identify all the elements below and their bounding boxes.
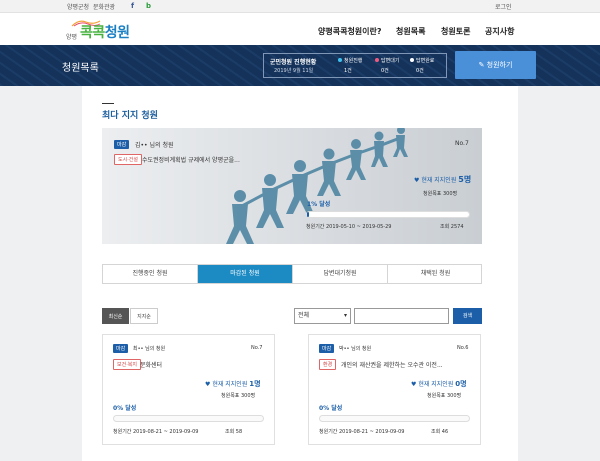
petition-number: No.6 (457, 345, 469, 351)
progress-fill (307, 212, 309, 217)
support-prefix: 현재 지지인원 (212, 381, 248, 388)
sort-support-button[interactable]: 지지순 (130, 308, 158, 324)
link-culture-tourism[interactable]: 문화관광 (93, 2, 115, 11)
support-prefix: 현재 지지인원 (418, 381, 454, 388)
chevron-down-icon: ▾ (343, 312, 347, 319)
petition-goal: 청원목표 300명 (423, 191, 458, 197)
progress-bar (306, 211, 470, 218)
progress-text: 0% 달성 (319, 405, 343, 412)
logo[interactable]: 콕콕청원 (80, 22, 130, 42)
section-title: 최다 지지 청원 (102, 111, 158, 121)
top-utility-bar: 양평군청 문화관광 f b 로그인 (0, 0, 600, 13)
progress-bar (319, 415, 470, 422)
petition-period: 청원기간 2019-05-10 ~ 2019-05-29 (306, 224, 392, 230)
login-link[interactable]: 로그인 (495, 2, 512, 11)
petition-period: 청원기간 2019-08-21 ~ 2019-09-09 (319, 429, 405, 435)
petition-goal: 청원목표 300명 (221, 393, 256, 399)
apply-label: 청원하기 (486, 61, 513, 69)
tab-ongoing[interactable]: 진행중인 청원 (103, 265, 198, 283)
sort-latest-button[interactable]: 최신순 (102, 308, 129, 324)
search-input[interactable] (354, 308, 449, 324)
category-badge: 환경 (319, 359, 337, 370)
page-banner: 청원목록 군민청원 진행현황 2019년 9월 11일 청원진행 1건 답변대기… (0, 45, 600, 86)
support-count: ♥ 현재 지지인원 5명 (414, 174, 471, 185)
status-badge: 마감 (319, 344, 335, 353)
petition-author: 최•• 님의 청원 (133, 346, 166, 352)
stat-value: 1건 (344, 68, 352, 74)
nav-petition-list[interactable]: 청원목록 (396, 26, 425, 37)
blog-icon[interactable]: b (144, 2, 153, 11)
stat-awaiting: 답변대기 (375, 57, 399, 64)
petition-title[interactable]: 문화센터 (140, 360, 162, 369)
support-number: 0명 (455, 380, 467, 388)
petition-number: No.7 (251, 345, 263, 351)
heart-icon: ♥ (414, 177, 420, 184)
dot-icon (338, 58, 342, 62)
stat-label: 답변완료 (416, 58, 435, 64)
petition-views: 조회 58 (225, 429, 243, 435)
petition-card[interactable]: 마감 박•• 님의 청원 No.6 환경 개인의 재산권을 제한하는 오수관 이… (308, 334, 481, 445)
heart-icon: ♥ (411, 381, 417, 388)
select-value: 전체 (298, 312, 310, 319)
petition-title[interactable]: 개인의 재산권을 제한하는 오수관 이전... (341, 360, 443, 369)
petition-views: 조회 2574 (440, 224, 464, 230)
support-number: 5명 (458, 175, 472, 184)
search-button[interactable]: 검색 (453, 308, 482, 324)
main-content: 최다 지지 청원 마감 김•• 님의 청원 No.7 도시·건설 수도권정비계획… (82, 86, 518, 461)
heart-icon: ♥ (205, 381, 211, 388)
status-date: 2019년 9월 11일 (274, 68, 314, 74)
facebook-icon[interactable]: f (128, 2, 137, 11)
section-rule (102, 103, 114, 104)
category-select[interactable]: 전체 ▾ (294, 308, 351, 324)
petition-period: 청원기간 2019-08-21 ~ 2019-09-09 (113, 429, 199, 435)
stat-value: 0건 (381, 68, 389, 74)
logo-part-b: 청원 (104, 25, 130, 41)
status-label: 군민청원 진행현황 (270, 59, 317, 66)
petition-goal: 청원목표 300명 (427, 393, 462, 399)
petition-views: 조회 46 (431, 429, 449, 435)
support-prefix: 현재 지지인원 (421, 177, 457, 184)
stat-label: 청원진행 (344, 58, 363, 64)
petition-author: 김•• 님의 청원 (135, 142, 174, 149)
petition-number: No.7 (455, 140, 469, 147)
stat-completed: 답변완료 (410, 57, 434, 64)
status-badge: 마감 (114, 140, 130, 149)
apply-petition-button[interactable]: ✎ 청원하기 (455, 51, 536, 79)
progress-text: 0% 달성 (113, 405, 137, 412)
link-county-office[interactable]: 양평군청 (67, 2, 89, 11)
tab-awaiting[interactable]: 답변대기청원 (293, 265, 388, 283)
tab-closed[interactable]: 마감된 청원 (198, 265, 293, 283)
page-title: 청원목록 (62, 63, 99, 74)
stat-in-progress: 청원진행 (338, 57, 362, 64)
logo-part-a: 콕콕 (80, 25, 105, 41)
petition-card[interactable]: 마감 최•• 님의 청원 No.7 보건·복지 문화센터 ♥ 현재 지지인원 1… (102, 334, 275, 445)
petition-tabs: 진행중인 청원 마감된 청원 답변대기청원 채택된 청원 (102, 264, 482, 284)
nav-petition-debate[interactable]: 청원토론 (441, 26, 470, 37)
status-summary: 군민청원 진행현황 2019년 9월 11일 청원진행 1건 답변대기 0건 답… (263, 53, 447, 78)
stat-label: 답변대기 (381, 58, 400, 64)
category-badge: 도시·건설 (114, 154, 142, 165)
support-count: ♥ 현재 지지인원 0명 (411, 379, 467, 389)
logo-region[interactable]: 양평 (66, 32, 77, 41)
progress-text: 1% 달성 (307, 201, 331, 208)
petition-title[interactable]: 수도권정비계획법 규제에서 양평군을... (142, 155, 240, 164)
status-badge: 마감 (113, 344, 129, 353)
progress-bar (113, 415, 264, 422)
category-badge: 보건·복지 (113, 359, 141, 370)
nav-about[interactable]: 양평콕콕청원이란? (318, 26, 382, 37)
dot-icon (410, 58, 414, 62)
dot-icon (375, 58, 379, 62)
stat-value: 0건 (416, 68, 424, 74)
tab-adopted[interactable]: 채택된 청원 (388, 265, 483, 283)
nav-notice[interactable]: 공지사항 (485, 26, 514, 37)
support-count: ♥ 현재 지지인원 1명 (205, 379, 261, 389)
support-number: 1명 (249, 380, 261, 388)
featured-petition[interactable]: 마감 김•• 님의 청원 No.7 도시·건설 수도권정비계획법 규제에서 양평… (102, 128, 482, 244)
petition-author: 박•• 님의 청원 (339, 346, 372, 352)
main-header: 양평 콕콕청원 양평콕콕청원이란? 청원목록 청원토론 공지사항 (0, 13, 600, 45)
